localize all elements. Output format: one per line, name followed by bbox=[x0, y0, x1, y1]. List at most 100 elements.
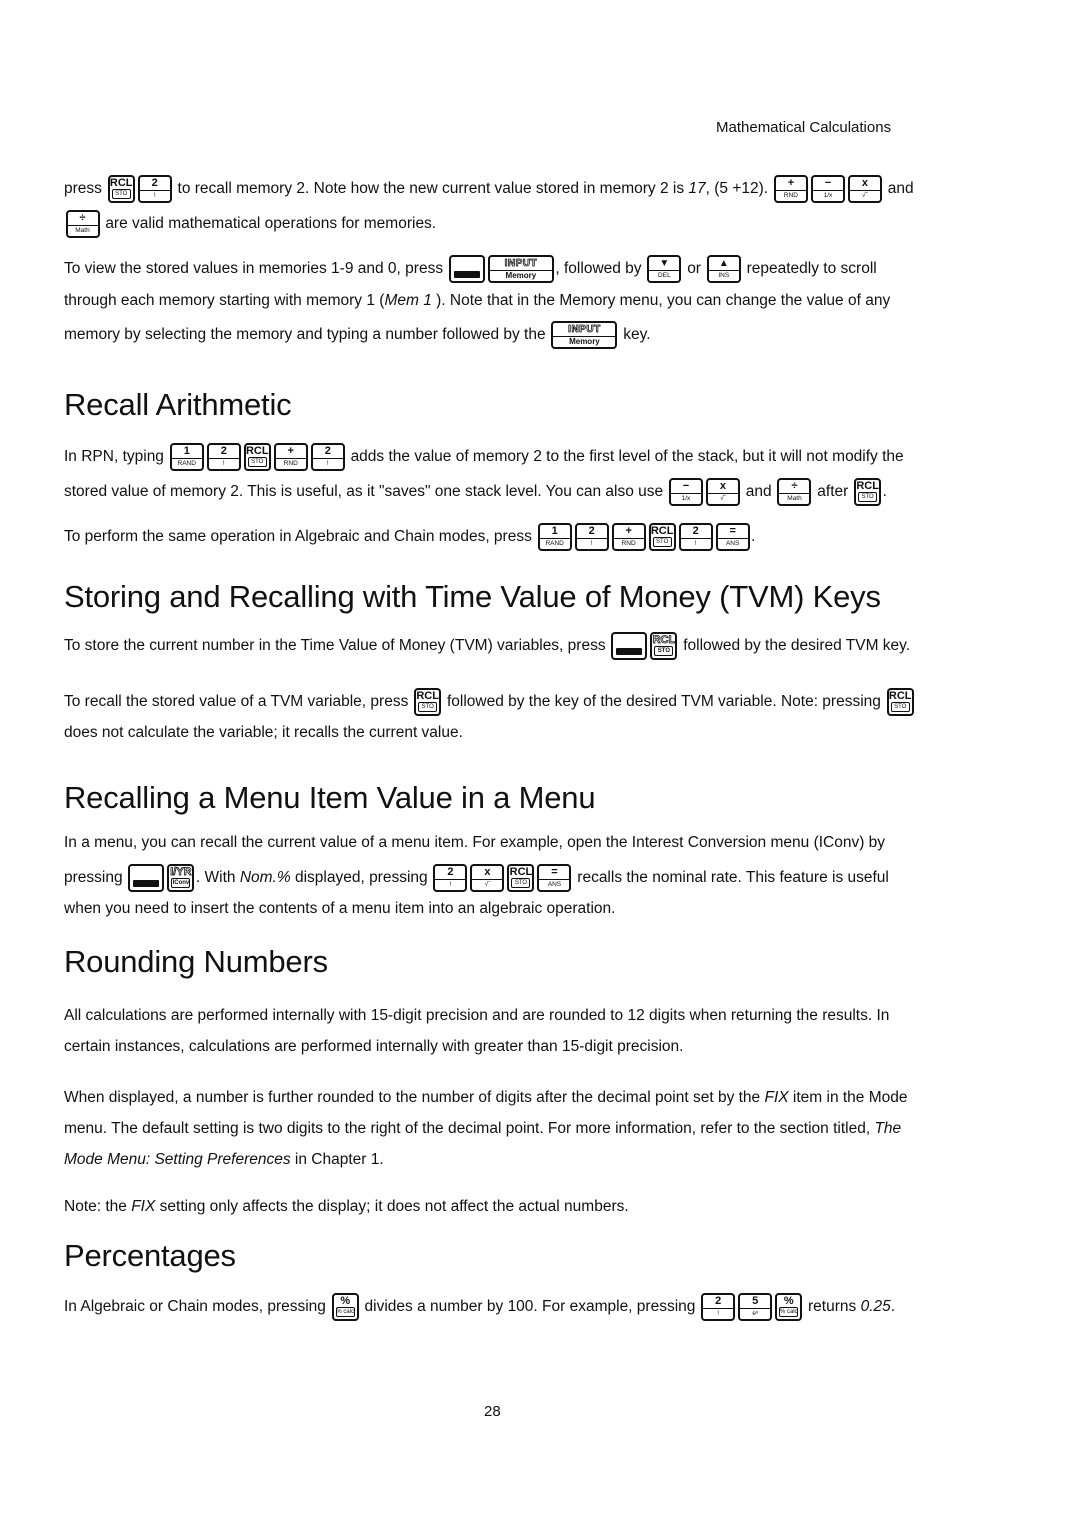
key-label: 2 bbox=[139, 177, 170, 192]
key-label: 2 bbox=[208, 445, 239, 460]
key-label: = bbox=[539, 866, 570, 881]
key-sublabel: RND bbox=[783, 191, 798, 199]
key-label: 1 bbox=[171, 445, 202, 460]
text: All calculations are performed internall… bbox=[64, 1007, 890, 1024]
key-face bbox=[130, 866, 162, 880]
key-label: RCL bbox=[109, 176, 133, 189]
key-down-arrow: ▼ DEL bbox=[647, 255, 682, 283]
key-sublabel: ! bbox=[717, 1309, 720, 1317]
key-label: 2 bbox=[435, 866, 466, 881]
text: are valid mathematical operations for me… bbox=[105, 215, 437, 232]
section-reference: Mode Menu: Setting Preferences bbox=[64, 1151, 291, 1168]
key-sublabel: RAND bbox=[545, 539, 564, 547]
rounding-p2-line-3: Mode Menu: Setting Preferences in Chapte… bbox=[64, 1143, 384, 1177]
key-sublabel: ANS bbox=[547, 880, 562, 888]
text-italic: FIX bbox=[764, 1089, 789, 1106]
heading-tvm: Storing and Recalling with Time Value of… bbox=[64, 579, 881, 614]
key-label: % bbox=[340, 1294, 351, 1307]
text: To view the stored values in memories 1-… bbox=[64, 260, 444, 277]
key-iyr-iconv: I/YR IConv bbox=[167, 864, 195, 892]
text: displayed, pressing bbox=[290, 869, 428, 886]
key-rcl-sto-shifted: RCL STO bbox=[650, 632, 678, 660]
key-2: 2! bbox=[678, 523, 713, 551]
text: To perform the same operation in Algebra… bbox=[64, 528, 532, 545]
key-sublabel: √‾ bbox=[720, 494, 726, 502]
text: does not calculate the variable; it reca… bbox=[64, 724, 463, 741]
text: divides a number by 100. For example, pr… bbox=[364, 1298, 696, 1315]
key-minus: −1/x bbox=[810, 175, 845, 203]
key-label: ÷ bbox=[67, 212, 98, 227]
key-rcl-sto: RCL STO bbox=[414, 688, 442, 716]
key-label: 2 bbox=[680, 525, 711, 540]
tvm-line-3: does not calculate the variable; it reca… bbox=[64, 716, 463, 750]
key-2: 2! bbox=[574, 523, 609, 551]
text: item in the Mode bbox=[788, 1089, 908, 1106]
text: ). Note that in the Memory menu, you can… bbox=[431, 292, 891, 309]
text-italic: The bbox=[874, 1120, 902, 1137]
text: pressing bbox=[64, 869, 123, 886]
key-label: 2 bbox=[703, 1295, 734, 1310]
text: recalls the nominal rate. This feature i… bbox=[577, 869, 889, 886]
key-label: = bbox=[717, 525, 748, 540]
key-sublabel: 1/x bbox=[681, 494, 691, 502]
key-label: − bbox=[812, 177, 843, 192]
key-times: x √‾ bbox=[705, 478, 740, 506]
intro-line-4: through each memory starting with memory… bbox=[64, 284, 890, 318]
key-sublabel: ! bbox=[222, 459, 225, 467]
heading-percentages: Percentages bbox=[64, 1238, 236, 1273]
key-label: I/YR bbox=[170, 865, 192, 878]
key-sublabel: STO bbox=[511, 878, 531, 888]
key-5: 5 eˣ bbox=[738, 1293, 773, 1321]
text: , (5 +12). bbox=[705, 180, 769, 197]
text: and bbox=[745, 483, 772, 500]
key-face bbox=[451, 257, 483, 271]
key-1: 1 RAND bbox=[169, 443, 204, 471]
key-2: 2! bbox=[433, 864, 468, 892]
key-times: x √‾ bbox=[847, 175, 882, 203]
text: press bbox=[64, 180, 102, 197]
rounding-p1-line-1: All calculations are performed internall… bbox=[64, 999, 889, 1033]
key-sublabel: Math bbox=[787, 494, 802, 502]
key-times: x √‾ bbox=[470, 864, 505, 892]
text: followed by the key of the desired TVM v… bbox=[446, 693, 881, 710]
key-sublabel: INS bbox=[718, 271, 730, 279]
key-input-memory: INPUT Memory bbox=[551, 321, 618, 349]
key-label: RCL bbox=[509, 865, 533, 878]
text: . With bbox=[195, 869, 240, 886]
intro-line-2: ÷ Math are valid mathematical operations … bbox=[64, 207, 436, 241]
text: . bbox=[751, 528, 756, 545]
key-label: 2 bbox=[576, 525, 607, 540]
key-sublabel: ! bbox=[153, 191, 156, 199]
key-rcl-sto: RCL STO bbox=[243, 443, 271, 471]
text: repeatedly to scroll bbox=[746, 260, 877, 277]
key-label: 2 bbox=[312, 445, 343, 460]
key-sublabel: STO bbox=[858, 492, 878, 502]
heading-rounding: Rounding Numbers bbox=[64, 944, 328, 979]
text-italic: 0.25 bbox=[860, 1298, 891, 1315]
text: In a menu, you can recall the current va… bbox=[64, 834, 886, 851]
tvm-line-2: To recall the stored value of a TVM vari… bbox=[64, 685, 915, 719]
recall-line-2: stored value of memory 2. This is useful… bbox=[64, 475, 887, 509]
recall-line-3: To perform the same operation in Algebra… bbox=[64, 520, 755, 554]
key-sublabel: % calc bbox=[779, 1307, 799, 1317]
key-1: 1 RAND bbox=[537, 523, 572, 551]
key-2: 2! bbox=[137, 175, 172, 203]
key-percent: %% calc bbox=[331, 1293, 359, 1321]
text: , followed by bbox=[555, 260, 642, 277]
key-2: 2! bbox=[206, 443, 241, 471]
key-sublabel: Math bbox=[75, 226, 90, 234]
key-label: % bbox=[783, 1294, 794, 1307]
key-label: − bbox=[670, 480, 701, 495]
key-label: 1 bbox=[539, 525, 570, 540]
intro-line-1: press RCL STO 2! to recall memory 2. Note… bbox=[64, 172, 914, 206]
text-italic: Nom.% bbox=[239, 869, 291, 886]
key-sublabel: √‾ bbox=[862, 191, 868, 199]
key-sublabel: √‾ bbox=[484, 880, 491, 888]
text: Note: the bbox=[64, 1198, 132, 1215]
key-sublabel: DEL bbox=[658, 271, 671, 279]
key-label: ÷ bbox=[779, 480, 810, 495]
running-header: Mathematical Calculations bbox=[716, 119, 892, 136]
key-sublabel: ! bbox=[326, 459, 329, 467]
key-sublabel: STO bbox=[247, 457, 267, 467]
intro-line-5: memory by selecting the memory and typin… bbox=[64, 318, 651, 352]
